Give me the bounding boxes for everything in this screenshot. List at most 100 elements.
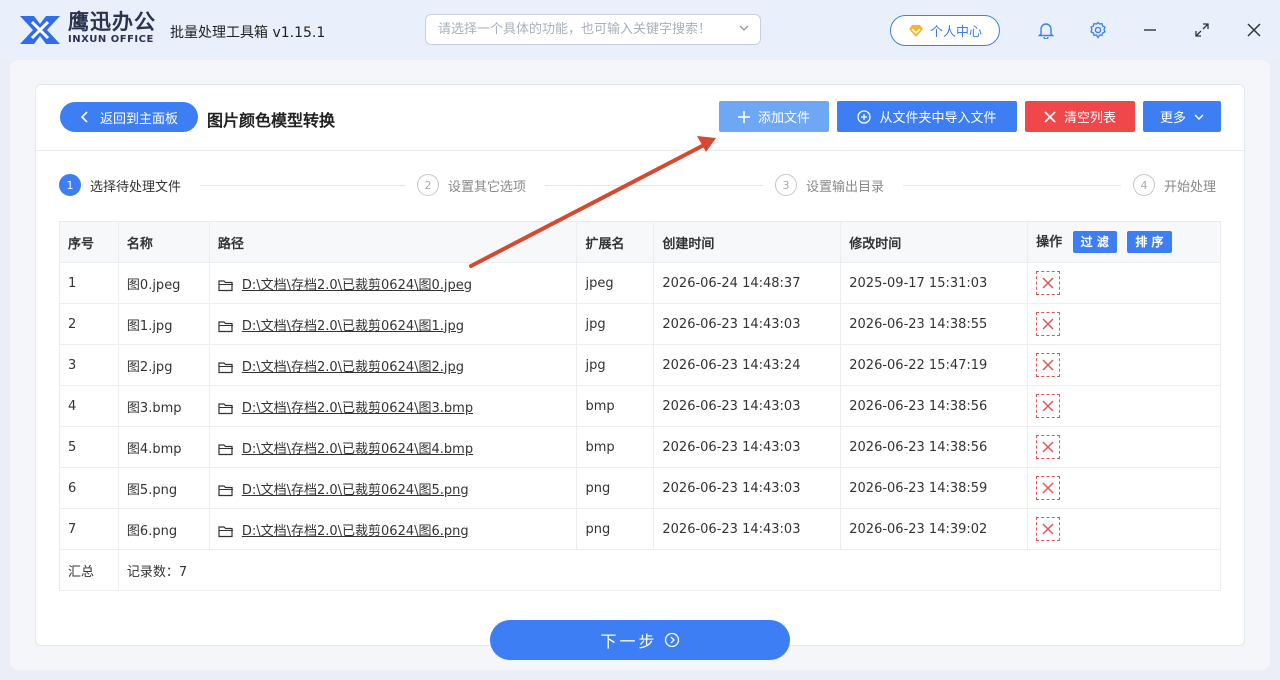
row-ext: bmp — [576, 426, 655, 468]
row-created: 2026-06-23 14:43:24 — [653, 344, 842, 386]
row-created: 2026-06-23 14:43:03 — [653, 385, 842, 427]
delete-row-button[interactable] — [1036, 353, 1061, 377]
delete-icon — [1042, 482, 1054, 494]
folder-icon[interactable] — [218, 402, 234, 415]
maximize-icon[interactable] — [1190, 18, 1214, 42]
table-row: 6 图5.png D:\文档\存档2.0\已裁剪0624\图5.png png 2026… — [59, 467, 1221, 509]
row-modified: 2026-06-23 14:39:02 — [840, 508, 1029, 550]
table-row: 2 图1.jpg D:\文档\存档2.0\已裁剪0624\图1.jpg jpg 2026… — [59, 303, 1221, 345]
step-label: 设置其它选项 — [448, 179, 527, 195]
folder-icon[interactable] — [218, 361, 234, 374]
folder-icon[interactable] — [218, 443, 234, 456]
summary-row: 汇总 记录数：7 — [59, 549, 1222, 591]
gear-icon[interactable] — [1086, 18, 1110, 42]
folder-icon[interactable] — [218, 320, 234, 333]
row-path: D:\文档\存档2.0\已裁剪0624\图6.png — [209, 508, 578, 550]
delete-row-button[interactable] — [1036, 394, 1061, 418]
row-ops — [1027, 303, 1221, 345]
folder-icon[interactable] — [218, 484, 234, 497]
row-path-link[interactable]: D:\文档\存档2.0\已裁剪0624\图1.jpg — [242, 319, 464, 334]
user-center-label: 个人中心 — [929, 25, 982, 40]
add-file-button[interactable]: 添加文件 — [719, 101, 829, 132]
step-3: 3 设置输出目录 — [775, 174, 884, 196]
row-path: D:\文档\存档2.0\已裁剪0624\图1.jpg — [209, 303, 578, 345]
row-modified: 2025-09-17 15:31:03 — [840, 262, 1029, 304]
row-index: 6 — [59, 467, 119, 509]
import-from-folder-label: 从文件夹中导入文件 — [879, 111, 997, 126]
delete-icon — [1042, 523, 1054, 535]
row-ext: jpg — [576, 303, 655, 345]
col-index: 序号 — [59, 221, 119, 263]
brand: 鹰迅办公 INXUN OFFICE — [68, 10, 156, 46]
filter-button[interactable]: 过 滤 — [1072, 231, 1117, 253]
file-table: 序号 名称 路径 扩展名 创建时间 修改时间 操作 过 滤 排 序 1 图0.jp… — [59, 221, 1222, 591]
row-index: 1 — [59, 262, 119, 304]
chevron-left-icon — [80, 111, 88, 123]
row-index: 3 — [59, 344, 119, 386]
clear-list-button[interactable]: 清空列表 — [1025, 101, 1135, 132]
row-ops — [1027, 385, 1221, 427]
row-path-link[interactable]: D:\文档\存档2.0\已裁剪0624\图5.png — [242, 483, 469, 498]
col-name: 名称 — [118, 221, 210, 263]
delete-row-button[interactable] — [1036, 435, 1061, 459]
sort-button[interactable]: 排 序 — [1127, 231, 1172, 253]
next-step-label: 下一步 — [600, 632, 658, 651]
row-path: D:\文档\存档2.0\已裁剪0624\图5.png — [209, 467, 578, 509]
row-path-link[interactable]: D:\文档\存档2.0\已裁剪0624\图0.jpeg — [242, 278, 472, 293]
delete-row-button[interactable] — [1036, 312, 1061, 336]
row-modified: 2026-06-23 14:38:59 — [840, 467, 1029, 509]
row-name: 图6.png — [118, 508, 210, 550]
step-number: 2 — [417, 174, 439, 196]
back-to-dashboard-button[interactable]: 返回到主面板 — [60, 102, 198, 132]
folder-icon[interactable] — [218, 525, 234, 538]
import-from-folder-button[interactable]: 从文件夹中导入文件 — [837, 101, 1017, 132]
brand-name-en: INXUN OFFICE — [68, 34, 154, 45]
row-ext: png — [576, 467, 655, 509]
row-path-link[interactable]: D:\文档\存档2.0\已裁剪0624\图2.jpg — [242, 360, 464, 375]
row-path-link[interactable]: D:\文档\存档2.0\已裁剪0624\图3.bmp — [242, 401, 473, 416]
arrow-right-circle-icon — [664, 632, 679, 648]
delete-icon — [1042, 318, 1054, 330]
next-step-button[interactable]: 下一步 — [490, 620, 790, 660]
chevron-down-icon — [1194, 114, 1204, 120]
folder-icon[interactable] — [218, 279, 234, 292]
close-icon[interactable] — [1242, 18, 1266, 42]
row-path-link[interactable]: D:\文档\存档2.0\已裁剪0624\图6.png — [242, 524, 469, 539]
function-search[interactable] — [425, 14, 761, 45]
record-count: 记录数：7 — [118, 549, 1222, 591]
minimize-icon[interactable] — [1138, 18, 1162, 42]
chevron-down-icon[interactable] — [738, 22, 750, 37]
row-ops — [1027, 467, 1221, 509]
row-path-link[interactable]: D:\文档\存档2.0\已裁剪0624\图4.bmp — [242, 442, 473, 457]
col-ops: 操作 过 滤 排 序 — [1027, 221, 1221, 263]
row-name: 图4.bmp — [118, 426, 210, 468]
col-ext: 扩展名 — [576, 221, 655, 263]
row-ops — [1027, 262, 1221, 304]
delete-row-button[interactable] — [1036, 476, 1061, 500]
delete-row-button[interactable] — [1036, 517, 1061, 541]
row-ops — [1027, 508, 1221, 550]
row-name: 图1.jpg — [118, 303, 210, 345]
more-button[interactable]: 更多 — [1143, 101, 1221, 132]
col-path: 路径 — [209, 221, 578, 263]
row-ext: jpg — [576, 344, 655, 386]
row-ops — [1027, 426, 1221, 468]
table-header-row: 序号 名称 路径 扩展名 创建时间 修改时间 操作 过 滤 排 序 — [59, 221, 1221, 263]
search-input[interactable] — [438, 22, 738, 37]
row-name: 图2.jpg — [118, 344, 210, 386]
more-label: 更多 — [1159, 111, 1186, 126]
back-label: 返回到主面板 — [99, 111, 178, 127]
col-modified: 修改时间 — [840, 221, 1029, 263]
bell-icon[interactable] — [1034, 18, 1058, 42]
row-modified: 2026-06-23 14:38:56 — [840, 426, 1029, 468]
step-connector — [903, 185, 1121, 186]
step-label: 开始处理 — [1164, 179, 1217, 195]
step-number: 3 — [775, 174, 797, 196]
plus-circle-icon — [857, 109, 872, 124]
step-connector — [200, 185, 406, 186]
row-name: 图0.jpeg — [118, 262, 210, 304]
delete-row-button[interactable] — [1036, 271, 1061, 295]
user-center-button[interactable]: 个人中心 — [890, 15, 1000, 46]
row-created: 2026-06-23 14:43:03 — [653, 303, 842, 345]
table-row: 4 图3.bmp D:\文档\存档2.0\已裁剪0624\图3.bmp bmp 2026… — [59, 385, 1221, 427]
